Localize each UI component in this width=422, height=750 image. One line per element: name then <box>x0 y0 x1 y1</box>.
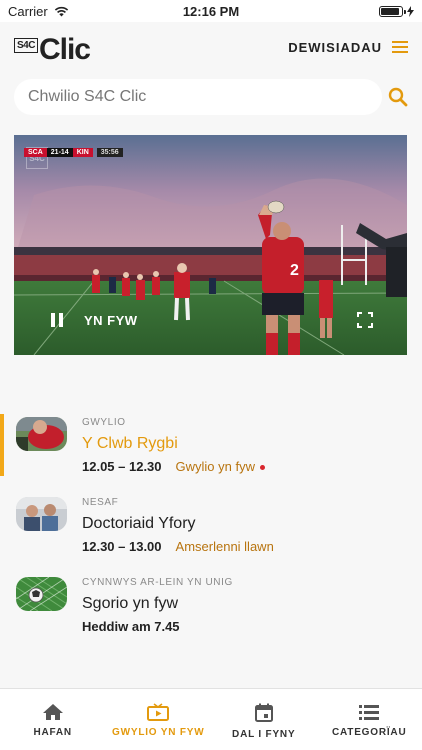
item-kicker: NESAF <box>82 497 119 508</box>
s4c-clic-logo[interactable]: S4C Clic <box>14 29 91 66</box>
live-tv-icon <box>147 703 170 721</box>
list-item[interactable]: CYNNWYS AR-LEIN YN UNIG Sgorio yn fyw He… <box>0 565 422 645</box>
svg-text:2: 2 <box>290 262 299 279</box>
scorebug-away: KIN <box>72 148 93 157</box>
list-item[interactable]: NESAF Doctoriaid Yfory 12.30 – 13.00 Ams… <box>0 485 422 565</box>
programme-thumbnail <box>16 577 67 611</box>
options-menu-button[interactable]: DEWISIADAU <box>288 40 408 55</box>
player-controls: YN FYW <box>14 285 407 355</box>
item-title: Doctoriaid Yfory <box>82 515 196 532</box>
status-bar: Carrier 12:16 PM <box>0 0 422 22</box>
options-menu-label: DEWISIADAU <box>288 39 382 55</box>
tab-watch-live-label: GWYLIO YN FYW <box>112 727 205 738</box>
item-kicker: CYNNWYS AR-LEIN YN UNIG <box>82 577 233 588</box>
scorebug-score: 21-14 <box>46 148 73 157</box>
pause-icon[interactable] <box>50 312 64 328</box>
charging-bolt-icon <box>407 5 414 17</box>
live-indicator-dot <box>260 464 265 470</box>
list-item[interactable]: GWYLIO Y Clwb Rygbi 12.05 – 12.30 Gwylio… <box>0 405 422 485</box>
scorebug-clock: 35:56 <box>96 148 123 157</box>
tab-watch-live[interactable]: GWYLIO YN FYW <box>106 689 212 750</box>
watch-live-link[interactable]: Gwylio yn fyw <box>176 459 255 475</box>
live-video-player[interactable]: 2 S4C SCA 21-14 KIN 35:56 YN FYW <box>14 135 407 355</box>
item-time: 12.30 – 13.00 <box>82 539 162 554</box>
item-kicker: GWYLIO <box>82 417 126 428</box>
logo-badge: S4C <box>14 38 38 53</box>
tab-categories[interactable]: CATEGORÏAU <box>317 689 422 750</box>
hamburger-menu-icon <box>392 41 408 53</box>
schedule-list: GWYLIO Y Clwb Rygbi 12.05 – 12.30 Gwylio… <box>0 405 422 645</box>
search-input[interactable] <box>14 79 382 115</box>
search-bar <box>14 78 410 116</box>
battery-icon <box>379 5 406 17</box>
wifi-icon <box>54 6 68 16</box>
full-schedule-link[interactable]: Amserlenni llawn <box>176 539 274 555</box>
tab-home-label: HAFAN <box>33 727 72 738</box>
tab-categories-label: CATEGORÏAU <box>332 727 407 738</box>
bottom-tab-bar: HAFAN GWYLIO YN FYW DAL I FYNY CATEGORÏA… <box>0 688 422 750</box>
scorebug-home: SCA <box>24 148 47 157</box>
item-time: 12.05 – 12.30 <box>82 459 162 474</box>
home-icon <box>42 704 63 720</box>
live-label: YN FYW <box>84 312 138 328</box>
app-header: S4C Clic DEWISIADAU <box>0 22 422 72</box>
item-title: Sgorio yn fyw <box>82 595 179 612</box>
item-title: Y Clwb Rygbi <box>82 435 178 452</box>
carrier-label: Carrier <box>8 3 48 19</box>
programme-thumbnail <box>16 417 67 451</box>
list-icon <box>359 705 380 720</box>
tab-catch-up[interactable]: DAL I FYNY <box>211 689 317 750</box>
match-scorebug: SCA 21-14 KIN 35:56 <box>24 148 123 157</box>
calendar-icon <box>254 703 273 722</box>
search-icon[interactable] <box>388 87 408 107</box>
tab-catch-up-label: DAL I FYNY <box>232 729 296 740</box>
programme-thumbnail <box>16 497 67 531</box>
tab-home[interactable]: HAFAN <box>0 689 106 750</box>
item-time: Heddiw am 7.45 <box>82 619 180 634</box>
fullscreen-icon[interactable] <box>357 312 373 328</box>
logo-text: Clic <box>38 33 91 66</box>
